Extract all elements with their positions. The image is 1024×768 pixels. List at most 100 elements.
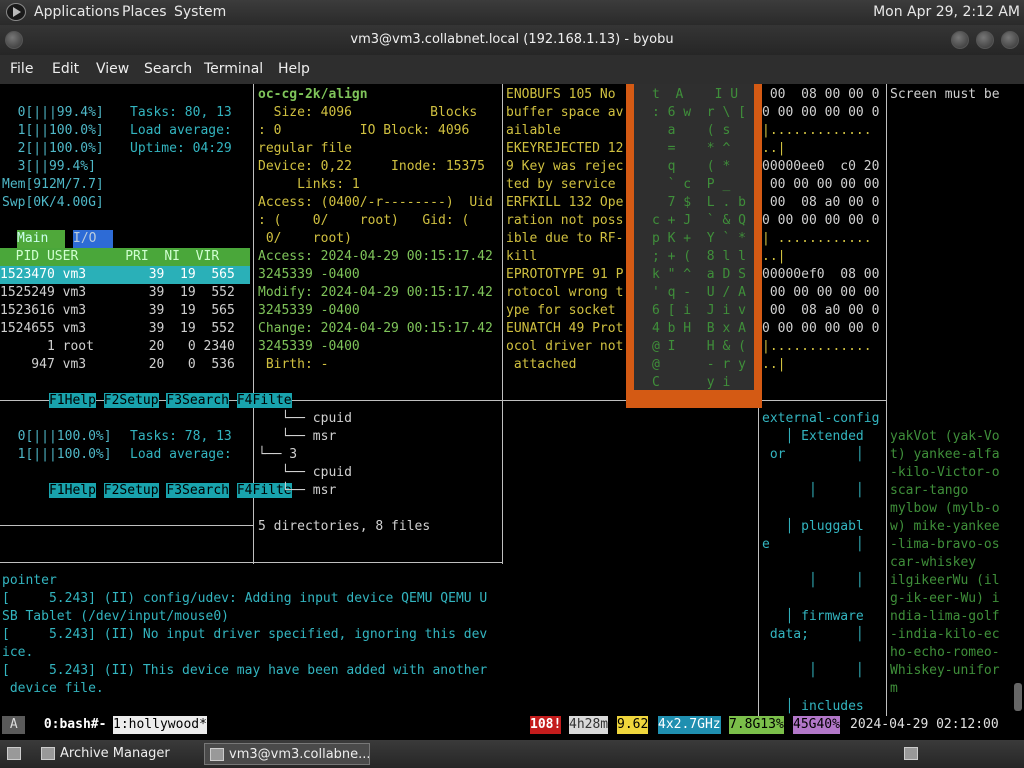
fkey-setup[interactable]: F2Setup <box>103 483 159 498</box>
menu-search[interactable]: Search <box>144 61 192 77</box>
pkgtree-line: │ Extended <box>762 429 864 444</box>
tree-line: └── msr <box>258 483 337 498</box>
load-badge: 9.62 <box>617 716 649 734</box>
pkgtree-line: │ │ <box>762 483 864 498</box>
applications-menu[interactable]: Applications <box>34 4 120 20</box>
matrix-line: p K + Y ` * <box>652 231 746 246</box>
stat-line: : ( 0/ root) Gid: ( <box>258 213 470 228</box>
menu-edit[interactable]: Edit <box>52 61 79 77</box>
process-row-selected[interactable]: 1523470 vm3 39 19 565 <box>0 266 250 284</box>
fkey-search[interactable]: F3Search <box>166 393 230 408</box>
errno-line: EUNATCH 49 Prot <box>506 321 624 336</box>
menu-file[interactable]: File <box>10 61 33 77</box>
pkgtree-line: e │ <box>762 537 864 552</box>
window-tab-0[interactable]: 0:bash#- <box>36 716 114 734</box>
window-tab-1[interactable]: 1:hollywood* <box>113 716 207 734</box>
hollywood-line: ho-echo-romeo- <box>890 645 1000 660</box>
matrix-line: = * ^ <box>652 141 731 156</box>
updates-badge: 108! <box>530 716 562 734</box>
process-row[interactable]: 947 vm3 20 0 536 <box>0 356 235 374</box>
panel-clock[interactable]: Mon Apr 29, 2:12 AM <box>873 4 1020 20</box>
hexdump-line: | ............ <box>762 231 872 246</box>
fkey-help[interactable]: F1Help <box>48 483 96 498</box>
stat-line: Device: 0,22 Inode: 15375 <box>258 159 485 174</box>
cpu-meter: 0[|||99.4%] <box>2 105 104 120</box>
matrix-line: a ( s <box>652 123 731 138</box>
errno-line: attached <box>506 357 577 372</box>
matrix-line: 7 $ L . b <box>652 195 746 210</box>
pane-divider <box>253 84 254 402</box>
menu-terminal[interactable]: Terminal <box>204 61 263 77</box>
cpu-meter: 2[||100.0%] <box>2 141 104 156</box>
matrix-line: q ( * <box>652 159 731 174</box>
load-average: Load average: <box>130 123 232 138</box>
taskbar-archive-manager[interactable]: Archive Manager <box>36 743 200 765</box>
process-row[interactable]: 1 root 20 0 2340 <box>0 338 235 356</box>
workspace-switcher[interactable] <box>890 743 940 765</box>
close-button[interactable] <box>1001 31 1019 49</box>
terminal-area[interactable]: 0[|||99.4%] 1[||100.0%] 2[||100.0%] 3[||… <box>0 84 1024 716</box>
window-title: vm3@vm3.collabnet.local (192.168.1.13) -… <box>350 32 674 47</box>
tab-main[interactable]: Main <box>17 230 65 248</box>
hexdump-line: ..| <box>762 357 786 372</box>
hollywood-line: car-whiskey <box>890 555 977 570</box>
process-row[interactable]: 1525249 vm3 39 19 552 <box>0 284 235 302</box>
status-datetime: 2024-04-29 02:12:00 <box>850 717 999 732</box>
matrix-line: t A I U <box>652 87 739 102</box>
function-keys: F1Help F2Setup F3Search F4Filte <box>2 374 292 428</box>
hexdump-line: ..| <box>762 141 786 156</box>
hollywood-line: t) yankee-alfa <box>890 447 1000 462</box>
fkey-filter[interactable]: F4Filte <box>236 393 292 408</box>
stat-line: 0/ root) <box>258 231 352 246</box>
menu-help[interactable]: Help <box>278 61 310 77</box>
maximize-button[interactable] <box>976 31 994 49</box>
matrix-popup-body: t A I U : 6 w r \ [ a ( s = * ^ q ( * ` … <box>634 84 754 390</box>
hexdump-line: ..| <box>762 249 786 264</box>
process-row[interactable]: 1524655 vm3 39 19 552 <box>0 320 235 338</box>
fkey-help[interactable]: F1Help <box>48 393 96 408</box>
taskbar-terminal[interactable]: vm3@vm3.collabne... <box>204 743 370 765</box>
stat-line: Change: 2024-04-29 00:15:17.42 <box>258 321 493 336</box>
session-indicator: A <box>2 716 26 734</box>
window-titlebar[interactable]: vm3@vm3.collabnet.local (192.168.1.13) -… <box>0 25 1024 55</box>
pkgtree-line: │ │ <box>762 573 864 588</box>
minimize-button[interactable] <box>951 31 969 49</box>
hexdump-line: 00 08 00 00 0 <box>762 87 880 102</box>
hexdump-line: 0 00 00 00 00 0 <box>762 213 880 228</box>
terminal-scrollbar[interactable] <box>1014 683 1022 711</box>
hollywood-line: yakVot (yak-Vo <box>890 429 1000 444</box>
process-row[interactable]: 1523616 vm3 39 19 565 <box>0 302 235 320</box>
process-table-header[interactable]: PID USER PRI NI VIR <box>0 248 250 266</box>
archive-icon <box>41 747 55 760</box>
hollywood-line: mylbow (mylb-o <box>890 501 1000 516</box>
fkey-setup[interactable]: F2Setup <box>103 393 159 408</box>
uptime-badge: 4h28m <box>569 716 609 734</box>
applications-logo-icon[interactable] <box>6 3 26 21</box>
dmesg-line: pointer <box>2 573 57 588</box>
fkey-search[interactable]: F3Search <box>166 483 230 498</box>
errno-line: ration not poss <box>506 213 624 228</box>
pkgtree-line: │ includes <box>762 699 864 714</box>
dmesg-line: [ 5.243] (II) This device may have been … <box>2 663 488 678</box>
stat-line: Access: 2024-04-29 00:15:17.42 <box>258 249 493 264</box>
show-desktop-button[interactable] <box>2 743 32 765</box>
stat-line: Birth: - <box>258 357 329 372</box>
pkgtree-line: or │ <box>762 447 864 462</box>
dmesg-line: ice. <box>2 645 34 660</box>
places-menu[interactable]: Places <box>122 4 167 20</box>
cpu-meter: 0[|||100.0%] <box>2 429 112 444</box>
menu-view[interactable]: View <box>96 61 129 77</box>
errno-line: 9 Key was rejec <box>506 159 624 174</box>
pane-divider <box>0 525 253 526</box>
matrix-line: ; + ( 8 l l <box>652 249 746 264</box>
matrix-line: ' q - U / A <box>652 285 746 300</box>
tab-io[interactable]: I/O <box>73 230 113 248</box>
system-menu[interactable]: System <box>174 4 226 20</box>
hexdump-line: 00 00 00 00 00 <box>762 285 880 300</box>
errno-line: ENOBUFS 105 No <box>506 87 616 102</box>
hollywood-line: Whiskey-unifor <box>890 663 1000 678</box>
hollywood-line: -lima-bravo-os <box>890 537 1000 552</box>
dmesg-line: device file. <box>2 681 104 696</box>
stat-line: regular file <box>258 141 352 156</box>
dmesg-line: SB Tablet (/dev/input/mouse0) <box>2 609 229 624</box>
